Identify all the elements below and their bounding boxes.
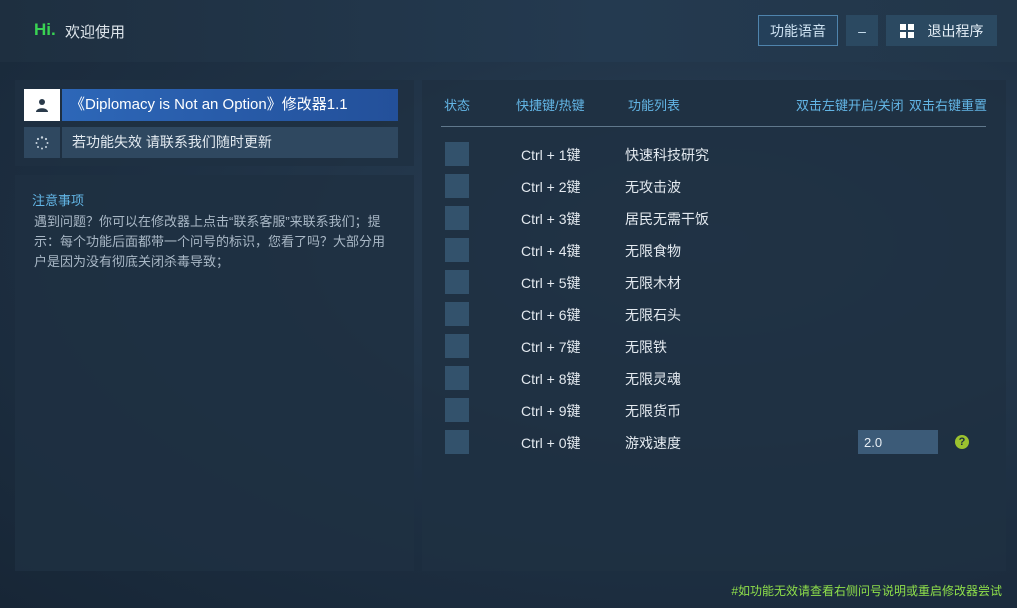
status-toggle[interactable] [445,430,469,454]
footer-hint: #如功能无效请查看右侧问号说明或重启修改器尝试 [731,584,1002,598]
hotkey: Ctrl + 6键 [521,307,581,323]
feature-name: 快速科技研究 [625,147,709,163]
notes-title: 注意事项 [32,193,85,208]
col-features-header: 功能列表 [628,98,681,113]
feature-row: Ctrl + 5键 无限木材 [445,270,985,294]
feature-row: Ctrl + 6键 无限石头 [445,302,985,326]
status-toggle[interactable] [445,206,469,230]
feature-name: 无限铁 [625,339,667,355]
game-title-row: 《Diplomacy is Not an Option》修改器1.1 [24,89,398,121]
status-toggle[interactable] [445,174,469,198]
help-icon[interactable]: ? [955,435,969,449]
feature-row: Ctrl + 3键 居民无需干饭 [445,206,985,230]
feature-name: 无限食物 [625,243,681,259]
header-divider [441,126,986,127]
feature-name: 无限石头 [625,307,681,323]
feature-row: Ctrl + 4键 无限食物 [445,238,985,262]
hotkey: Ctrl + 9键 [521,403,581,419]
status-toggle[interactable] [445,142,469,166]
status-toggle[interactable] [445,302,469,326]
feature-name: 无限货币 [625,403,681,419]
feature-name: 居民无需干饭 [625,211,709,227]
feature-row: Ctrl + 7键 无限铁 [445,334,985,358]
status-toggle[interactable] [445,366,469,390]
feature-row: Ctrl + 8键 无限灵魂 [445,366,985,390]
game-title: 《Diplomacy is Not an Option》修改器1.1 [62,89,398,121]
status-toggle[interactable] [445,334,469,358]
notes-body: 遇到问题？你可以在修改器上点击“联系客服”来联系我们；提示：每个功能后面都带一个… [34,214,386,269]
game-speed-input[interactable] [858,430,938,454]
col-hotkey-header: 快捷键/热键 [516,98,585,113]
loading-icon [24,127,60,158]
feature-name: 无攻击波 [625,179,681,195]
user-icon [24,89,60,121]
feature-name: 无限木材 [625,275,681,291]
hotkey: Ctrl + 8键 [521,371,581,387]
double-click-left-hint: 双击左键开启/关闭 [796,98,904,113]
update-notice-row: 若功能失效 请联系我们随时更新 [24,127,398,158]
voice-button[interactable]: 功能语音 [758,15,838,46]
hotkey: Ctrl + 5键 [521,275,581,291]
feature-name: 无限灵魂 [625,371,681,387]
exit-button-label: 退出程序 [927,22,984,39]
welcome-text: 欢迎使用 [65,24,126,41]
status-toggle[interactable] [445,398,469,422]
col-status-header: 状态 [444,98,471,113]
status-toggle[interactable] [445,238,469,262]
hotkey: Ctrl + 7键 [521,339,581,355]
update-notice-text: 若功能失效 请联系我们随时更新 [62,127,398,158]
feature-row: Ctrl + 9键 无限货币 [445,398,985,422]
hotkey: Ctrl + 0键 [521,435,581,451]
windows-icon [899,23,914,38]
feature-name: 游戏速度 [625,435,681,451]
hotkey: Ctrl + 3键 [521,211,581,227]
minimize-button[interactable]: – [846,15,878,46]
feature-row: Ctrl + 2键 无攻击波 [445,174,985,198]
double-click-right-hint: 双击右键重置 [909,98,988,113]
hi-logo: Hi. [34,20,56,39]
exit-button[interactable]: 退出程序 [886,15,997,46]
hotkey: Ctrl + 2键 [521,179,581,195]
feature-row: Ctrl + 1键 快速科技研究 [445,142,985,166]
status-toggle[interactable] [445,270,469,294]
hotkey: Ctrl + 4键 [521,243,581,259]
hotkey: Ctrl + 1键 [521,147,581,163]
